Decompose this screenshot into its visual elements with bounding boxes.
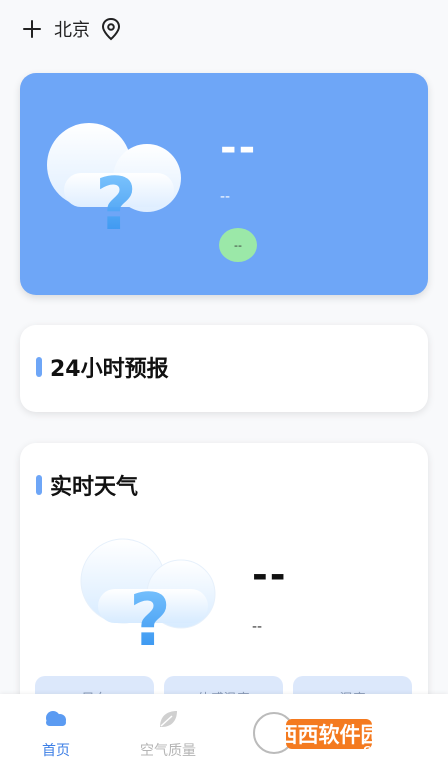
site-watermark-logo: 西西软件园 CR173.COM — [251, 710, 429, 756]
location-pin-icon[interactable] — [100, 17, 122, 41]
tab-label: 首页 — [42, 743, 70, 759]
section-title: 24小时预报 — [50, 357, 169, 382]
tab-label: 空气质量 — [140, 743, 196, 759]
current-temperature: -- — [220, 125, 258, 171]
aqi-badge[interactable]: -- — [219, 228, 257, 262]
tab-air-quality[interactable]: 空气质量 — [112, 694, 224, 765]
realtime-weather-card: 实时天气 ? -- -- 风向 体感温度 湿度 — [20, 443, 428, 716]
unknown-weather-cloud-icon: ? — [47, 123, 181, 241]
realtime-temperature: -- — [252, 553, 288, 597]
watermark-brand: 西西软件园 — [277, 723, 382, 747]
realtime-condition: -- — [252, 619, 263, 635]
current-weather-card: ? -- -- -- — [20, 73, 428, 295]
leaf-icon — [160, 711, 177, 727]
current-condition: -- — [220, 189, 231, 205]
section-accent-bar — [36, 475, 42, 495]
hourly-forecast-card: 24小时预报 — [20, 325, 428, 412]
section-accent-bar — [36, 357, 42, 377]
city-name: 北京 — [54, 20, 90, 41]
section-title: 实时天气 — [50, 475, 139, 500]
section-header: 实时天气 — [36, 469, 138, 501]
cloud-icon — [46, 711, 66, 726]
add-city-icon[interactable] — [22, 19, 42, 39]
weather-app-screen: 北京 ? -- -- -- 24小时预报 实时天气 ? -- -- 首页 空气质… — [0, 0, 448, 765]
section-header: 24小时预报 — [36, 351, 169, 383]
watermark-site: CR173.COM — [363, 745, 429, 756]
svg-text:?: ? — [95, 162, 137, 241]
svg-text:?: ? — [129, 578, 171, 657]
tab-home[interactable]: 首页 — [0, 694, 112, 765]
top-bar: 北京 — [0, 0, 448, 58]
unknown-weather-cloud-icon: ? — [80, 538, 216, 657]
